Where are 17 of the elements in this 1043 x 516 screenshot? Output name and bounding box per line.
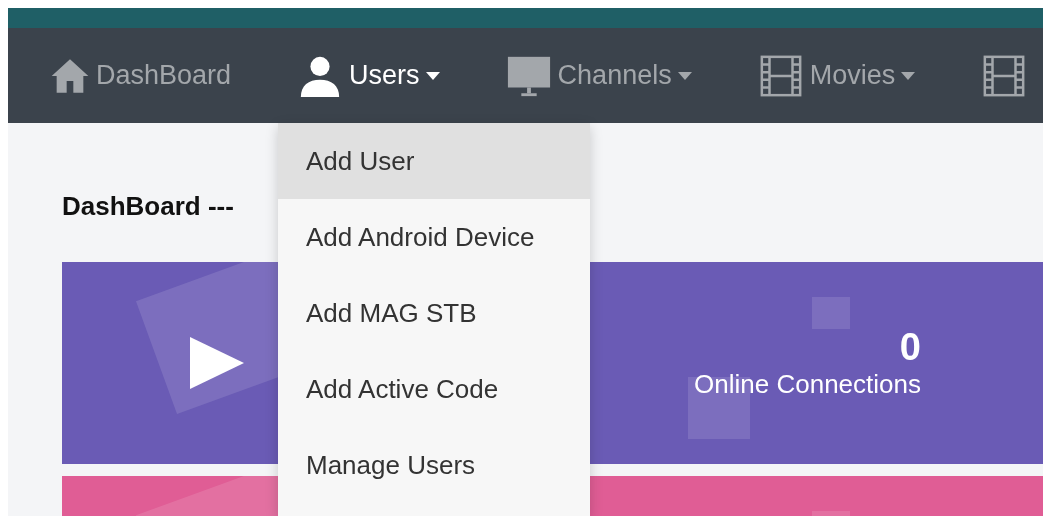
menu-item[interactable]: Manage Users	[278, 427, 590, 503]
nav-label: Channels	[557, 60, 672, 91]
nav-item[interactable]: DashBoard	[50, 55, 232, 96]
nav-label: DashBoard	[96, 60, 232, 91]
menu-item[interactable]: Add MAG STB	[278, 275, 590, 351]
play-icon	[190, 337, 244, 389]
page-heading: DashBoard ---	[62, 191, 235, 222]
stat-value: 0	[899, 326, 921, 369]
nav-label: Users	[349, 60, 420, 91]
menu-item[interactable]: Add User	[278, 123, 590, 199]
nav-label: Movies	[809, 60, 896, 91]
stat-label: Online Connections	[694, 369, 921, 400]
nav-item[interactable]: Movies	[757, 52, 916, 99]
nav-item[interactable]: Users	[297, 52, 440, 99]
menu-item[interactable]: Add Android Device	[278, 199, 590, 275]
menu-item[interactable]: Add Active Code	[278, 351, 590, 427]
nav-item[interactable]: Channels	[505, 52, 692, 99]
